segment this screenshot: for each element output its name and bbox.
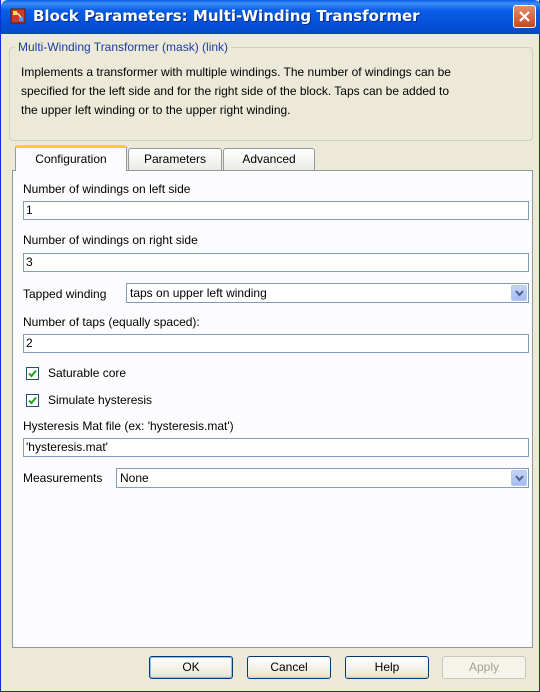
chevron-down-icon[interactable] bbox=[511, 470, 527, 486]
num-taps-input[interactable]: 2 bbox=[23, 334, 529, 353]
block-description: Implements a transformer with multiple w… bbox=[21, 63, 531, 120]
close-button[interactable] bbox=[513, 5, 536, 28]
tab-advanced[interactable]: Advanced bbox=[223, 148, 315, 170]
help-button[interactable]: Help bbox=[345, 656, 429, 679]
simulate-hysteresis-label[interactable]: Simulate hysteresis bbox=[48, 393, 152, 407]
tab-parameters[interactable]: Parameters bbox=[128, 148, 222, 170]
title-bar[interactable]: Block Parameters: Multi-Winding Transfor… bbox=[1, 0, 540, 34]
measurements-select[interactable]: None bbox=[116, 468, 529, 488]
tapped-winding-select[interactable]: taps on upper left winding bbox=[126, 283, 529, 303]
right-windings-input[interactable]: 3 bbox=[23, 253, 529, 272]
description-line: Implements a transformer with multiple w… bbox=[21, 65, 451, 79]
left-windings-label: Number of windings on left side bbox=[23, 182, 191, 196]
saturable-core-checkbox[interactable] bbox=[26, 367, 39, 380]
description-line: the upper left winding or to the upper r… bbox=[21, 103, 291, 117]
configuration-panel: Number of windings on left side 1 Number… bbox=[12, 170, 533, 648]
measurements-label: Measurements bbox=[23, 471, 103, 485]
cancel-button[interactable]: Cancel bbox=[247, 656, 331, 679]
window-title: Block Parameters: Multi-Winding Transfor… bbox=[33, 7, 420, 25]
num-taps-label: Number of taps (equally spaced): bbox=[23, 315, 200, 329]
tapped-winding-label: Tapped winding bbox=[23, 287, 107, 301]
measurements-value: None bbox=[120, 471, 149, 485]
hysteresis-file-input[interactable]: 'hysteresis.mat' bbox=[23, 438, 529, 457]
description-line: specified for the left side and for the … bbox=[21, 84, 450, 98]
simulate-hysteresis-checkbox[interactable] bbox=[26, 394, 39, 407]
tapped-winding-value: taps on upper left winding bbox=[130, 286, 267, 300]
group-legend: Multi-Winding Transformer (mask) (link) bbox=[15, 40, 232, 54]
tab-configuration[interactable]: Configuration bbox=[15, 145, 127, 171]
ok-button[interactable]: OK bbox=[149, 656, 233, 679]
hysteresis-file-label: Hysteresis Mat file (ex: 'hysteresis.mat… bbox=[23, 419, 234, 433]
apply-button: Apply bbox=[442, 656, 526, 679]
saturable-core-label[interactable]: Saturable core bbox=[48, 366, 126, 380]
simulink-block-icon bbox=[10, 8, 26, 24]
left-windings-input[interactable]: 1 bbox=[23, 201, 529, 220]
right-windings-label: Number of windings on right side bbox=[23, 233, 198, 247]
chevron-down-icon[interactable] bbox=[511, 285, 527, 301]
dialog-window: Block Parameters: Multi-Winding Transfor… bbox=[0, 0, 540, 692]
